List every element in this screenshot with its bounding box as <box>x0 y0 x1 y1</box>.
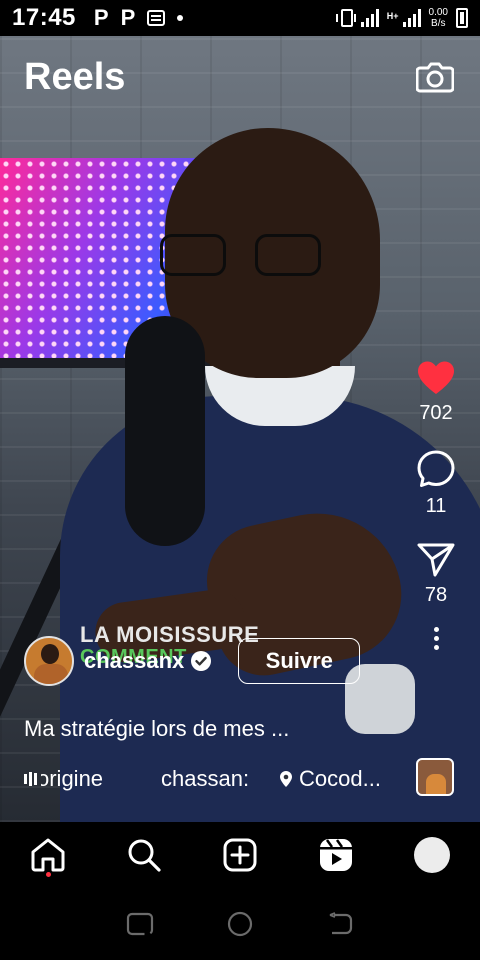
follow-button[interactable]: Suivre <box>238 638 361 684</box>
home-icon <box>31 838 65 872</box>
battery-icon <box>456 8 468 28</box>
comment-count: 11 <box>425 495 447 517</box>
home-nav-icon[interactable] <box>226 910 254 938</box>
notification-dot <box>46 872 51 877</box>
back-icon[interactable] <box>326 911 354 937</box>
audio-track-label: origine <box>41 766 104 791</box>
author-row: chassanx Suivre <box>24 636 361 686</box>
nav-create[interactable] <box>216 831 264 879</box>
music-bars-icon <box>24 772 37 786</box>
reels-icon <box>320 839 352 871</box>
nav-reels[interactable] <box>312 831 360 879</box>
search-icon <box>128 839 161 872</box>
recent-apps-icon[interactable] <box>126 911 154 937</box>
nav-profile[interactable] <box>408 831 456 879</box>
net-speed-unit: B/s <box>431 18 446 29</box>
signal-icon <box>360 9 379 27</box>
location-pin-icon <box>280 771 292 787</box>
verified-badge-icon <box>191 651 212 671</box>
reel-meta-row: origine chassan: Cocod... <box>24 766 394 792</box>
status-system-icons: H+ 0.00 B/s <box>335 7 468 29</box>
reel-caption[interactable]: Ma stratégie lors de mes ... <box>24 716 289 742</box>
author-username[interactable]: chassanx <box>84 648 184 674</box>
action-rail: 702 11 78 <box>404 360 468 674</box>
net-speed-value: 0.00 <box>428 7 448 18</box>
more-options-icon[interactable] <box>433 627 439 650</box>
microphone <box>125 316 205 546</box>
author-avatar[interactable] <box>24 636 74 686</box>
create-icon <box>223 838 257 872</box>
nav-search[interactable] <box>120 831 168 879</box>
camera-icon[interactable] <box>416 60 454 94</box>
bottom-nav <box>0 822 480 888</box>
comment-action: 11 <box>404 449 468 518</box>
vibrate-icon <box>335 9 356 27</box>
more-notifications-icon <box>177 15 184 21</box>
audio-track[interactable]: origine <box>41 766 149 792</box>
heart-icon[interactable] <box>416 360 456 396</box>
net-speed: 0.00 B/s <box>429 7 448 29</box>
page-title: Reels <box>24 56 126 98</box>
share-action: 78 <box>404 542 468 607</box>
like-action: 702 <box>404 360 468 425</box>
status-bar: 17:45 P P H+ 0.00 B/s <box>0 0 480 36</box>
status-notification-icons: P P <box>93 5 184 31</box>
signal-icon-2 <box>402 9 421 27</box>
status-time: 17:45 <box>12 4 76 31</box>
profile-avatar <box>414 837 450 873</box>
collaborator-label: chassan: <box>161 766 250 791</box>
network-type: H+ <box>386 11 399 21</box>
share-count: 78 <box>424 584 448 606</box>
more-action <box>404 627 468 650</box>
nav-home[interactable] <box>24 831 72 879</box>
like-count: 702 <box>419 402 453 424</box>
audio-thumbnail[interactable] <box>416 758 454 796</box>
p-app-icon: P <box>93 5 109 30</box>
glasses <box>160 234 335 276</box>
location-label[interactable]: Cocod... <box>299 766 381 792</box>
send-icon[interactable] <box>416 542 456 578</box>
p-app-icon: P <box>120 5 136 30</box>
message-icon <box>147 10 166 26</box>
collaborator-link[interactable]: chassan: <box>161 766 265 792</box>
system-nav-bar <box>0 888 480 960</box>
comment-icon[interactable] <box>416 449 456 489</box>
